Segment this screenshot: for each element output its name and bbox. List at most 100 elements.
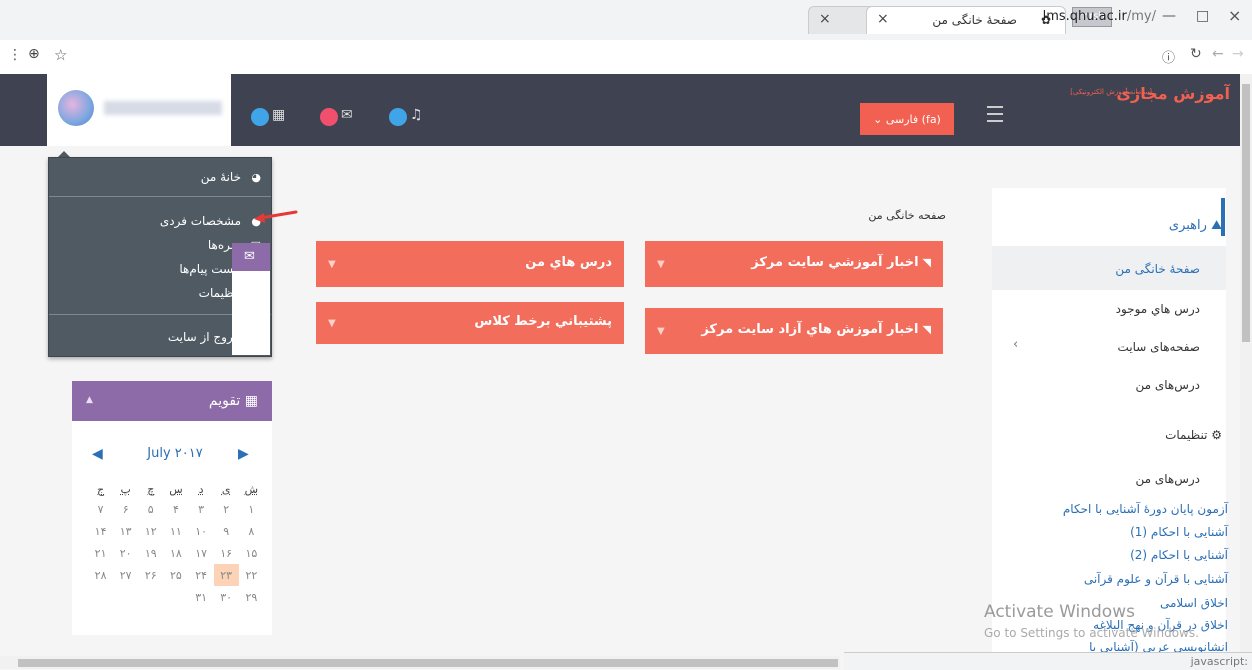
bookmark-star-icon[interactable]: ☆ <box>54 46 67 64</box>
hamburger-menu-icon[interactable] <box>987 106 1003 122</box>
course-link[interactable]: آشنایی با قرآن و علوم قرآنی <box>1084 572 1228 586</box>
calendar-day[interactable]: ۴ <box>163 498 188 520</box>
calendar-day[interactable]: ۲۸ <box>88 564 113 586</box>
calendar-day[interactable]: ۱۲ <box>138 520 163 542</box>
tab-close-icon[interactable]: × <box>819 11 831 27</box>
calendar-grid: شیدسچپج ۱ ۲ ۳ ۴ ۵ ۶ ۷ ۸ ۹ ۱۰ ۱۱ ۱۲ ۱۳ ۱۴ ۱۵ ۱۶ ۱۷ ۱۸ ۱۹ ۲۰ ۲… <box>88 480 264 608</box>
reload-icon[interactable]: ↻ <box>1190 46 1202 62</box>
browser-tab-active[interactable]: صفحهٔ خانگی من ✿ × <box>866 6 1066 34</box>
weekday-label: س <box>169 482 183 496</box>
bell-icon: ♫ <box>410 107 423 123</box>
calendar-day[interactable]: ۱۷ <box>189 542 214 564</box>
activation-watermark: Activate Windows <box>984 602 1135 622</box>
maximize-icon[interactable]: □ <box>1196 8 1209 24</box>
nav-settings[interactable]: ⚙ تنظیمات <box>1165 428 1222 442</box>
tab-title: صفحهٔ خانگی من <box>932 13 1017 27</box>
url-text[interactable]: lms.qhu.ac.ir/my/ <box>1043 9 1156 24</box>
mail-icon: ✉ <box>341 107 353 123</box>
tab-label: درس هاي من <box>525 255 612 270</box>
calendar-day[interactable]: ۱۸ <box>163 542 188 564</box>
chevron-down-icon: ⌄ <box>873 113 883 126</box>
nav-item-site-pages[interactable]: صفحه‌های سایت <box>1118 340 1200 354</box>
tab-online-support[interactable]: پشتيباني برخط كلاس ▼ <box>316 302 624 344</box>
calendar-icon: ▦ <box>272 107 286 123</box>
calendar-button[interactable]: ▦ <box>251 107 287 126</box>
calendar-badge <box>251 108 269 126</box>
course-link[interactable]: آشنایی با احکام (2) <box>1130 548 1228 562</box>
menu-item-profile[interactable]: ●مشخصات فردی <box>160 214 261 228</box>
username-blurred <box>104 101 222 115</box>
navigation-icon: ⛰ <box>1206 218 1222 233</box>
calendar-day[interactable]: ۶ <box>113 498 138 520</box>
calendar-day[interactable]: ۲ <box>214 498 239 520</box>
notifications-button[interactable]: ♫ <box>389 107 425 126</box>
messages-button[interactable]: ✉ <box>320 107 356 126</box>
calendar-day[interactable]: ۹ <box>214 520 239 542</box>
calendar-day[interactable]: ۷ <box>88 498 113 520</box>
calendar-day[interactable]: ۱ <box>239 498 264 520</box>
nav-item-my-courses[interactable]: درس‌های من <box>1135 378 1200 392</box>
calendar-day[interactable]: ۲۷ <box>113 564 138 586</box>
calendar-day[interactable]: ۵ <box>138 498 163 520</box>
site-logo[interactable]: آموزش مجازی [سامانه آموزش الکترونیکی] <box>1030 84 1230 114</box>
home-icon: ◕ <box>251 171 261 184</box>
my-courses-heading: درس‌های من <box>1135 472 1200 486</box>
calendar-day[interactable]: ۳۰ <box>214 586 239 608</box>
calendar-week: ۱۵ ۱۶ ۱۷ ۱۸ ۱۹ ۲۰ ۲۱ <box>88 542 264 564</box>
calendar-day[interactable]: ۳ <box>189 498 214 520</box>
calendar-day[interactable]: ۱۱ <box>163 520 188 542</box>
nav-item-available-courses[interactable]: درس هاي موجود <box>1116 302 1200 316</box>
nav-heading[interactable]: ⛰ راهبری <box>1169 218 1222 233</box>
menu-item-home[interactable]: ◕ خانهٔ من <box>201 170 261 184</box>
calendar-icon: ▦ <box>240 393 258 409</box>
calendar-day[interactable]: ۲۹ <box>239 586 264 608</box>
calendar-day[interactable]: ۲۳ <box>213 564 239 586</box>
calendar-title: ▦ تقویم <box>209 393 258 409</box>
calendar-day[interactable]: ۱۶ <box>214 542 239 564</box>
calendar-week: ۱۲۳۴۵۶۷ <box>88 498 264 520</box>
close-window-icon[interactable]: × <box>1228 6 1241 25</box>
next-month-icon[interactable]: ▶ <box>238 446 249 462</box>
tab-label: اخبار آموزش هاي آزاد سايت مركز <box>701 322 919 337</box>
horizontal-scroll-thumb[interactable] <box>18 659 838 667</box>
calendar-day[interactable]: ۸ <box>239 520 264 542</box>
course-link[interactable]: اخلاق اسلامی <box>1160 596 1228 610</box>
collapse-icon[interactable]: ▲ <box>86 395 93 405</box>
calendar-day[interactable]: ۲۶ <box>138 564 163 586</box>
tab-site-news[interactable]: ◥اخبار آموزشي سايت مركز ▼ <box>645 241 943 287</box>
tab-close-icon[interactable]: × <box>877 11 889 27</box>
calendar-day[interactable]: ۱۵ <box>239 542 264 564</box>
back-icon[interactable]: ← <box>1212 46 1224 62</box>
calendar-day[interactable]: ۱۹ <box>138 542 163 564</box>
weekday-label: د <box>198 482 204 496</box>
calendar-day[interactable]: ۲۰ <box>113 542 138 564</box>
calendar-day[interactable]: ۲۲ <box>239 564 264 586</box>
calendar-month[interactable]: July ۲۰۱۷ <box>120 446 230 461</box>
course-link[interactable]: آزمون پایان دورهٔ آشنایی با احکام <box>1063 502 1228 516</box>
nav-item-my-home[interactable]: صفحهٔ خانگی من <box>1115 262 1200 276</box>
calendar-day[interactable]: ۲۴ <box>189 564 214 586</box>
extension-icon[interactable]: ⊕ <box>28 46 40 62</box>
prev-month-icon[interactable]: ◀ <box>92 446 103 462</box>
info-icon[interactable]: ⓘ <box>1162 47 1175 66</box>
activation-watermark-sub: Go to Settings to activate Windows. <box>984 626 1199 640</box>
minimize-icon[interactable]: — <box>1162 8 1176 24</box>
calendar-day[interactable]: ۱۰ <box>189 520 214 542</box>
chevron-left-icon[interactable]: ‹ <box>1013 337 1018 352</box>
calendar-day <box>88 586 113 608</box>
language-menu-button[interactable]: ⌄ فارسی (fa) <box>860 103 954 135</box>
course-link[interactable]: آشنایی با احکام (1) <box>1130 525 1228 539</box>
calendar-day[interactable]: ۳۱ <box>189 586 214 608</box>
tab-my-courses[interactable]: درس هاي من ▼ <box>316 241 624 287</box>
tab-free-courses-news[interactable]: ◥اخبار آموزش هاي آزاد سايت مركز ▼ <box>645 308 943 354</box>
vertical-scroll-thumb[interactable] <box>1242 84 1250 342</box>
calendar-day[interactable]: ۲۱ <box>88 542 113 564</box>
calendar-day[interactable]: ۱۳ <box>113 520 138 542</box>
brand-subtitle: [سامانه آموزش الکترونیکی] <box>1070 88 1152 96</box>
avatar[interactable] <box>58 90 94 126</box>
menu-dots-icon[interactable]: ⋮ <box>8 47 22 63</box>
breadcrumb[interactable]: صفحه خانگی من <box>830 209 946 222</box>
calendar-day[interactable]: ۱۴ <box>88 520 113 542</box>
forward-icon[interactable]: → <box>1232 46 1244 62</box>
calendar-day[interactable]: ۲۵ <box>163 564 188 586</box>
